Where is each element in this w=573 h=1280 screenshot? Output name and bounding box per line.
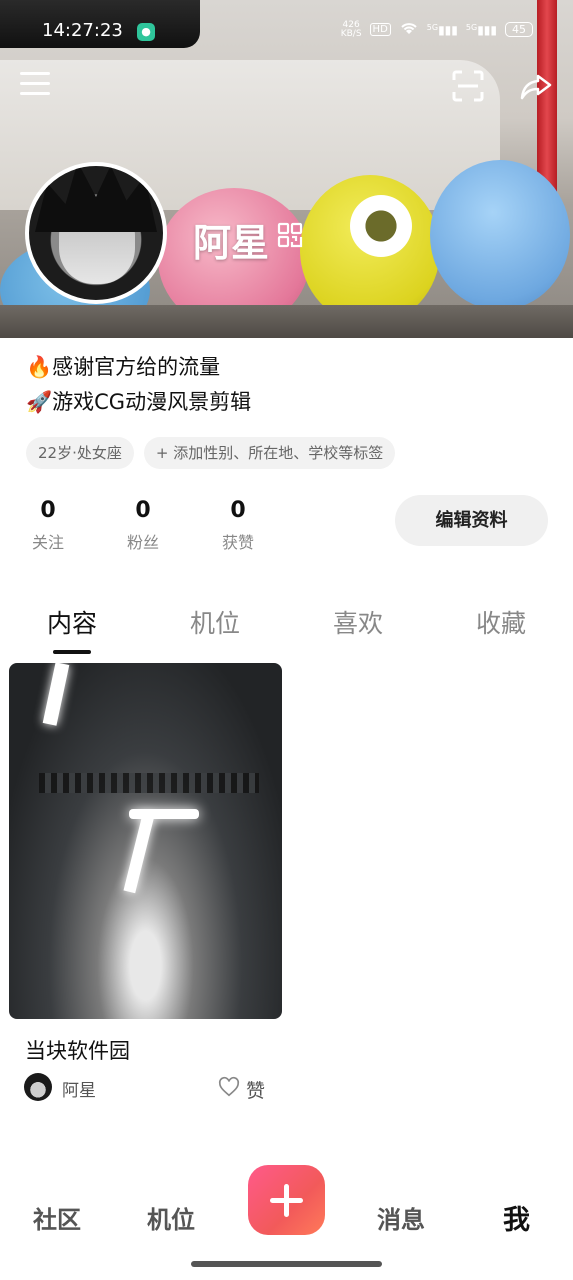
stat-following[interactable]: 0 关注 <box>18 498 78 553</box>
scan-icon[interactable] <box>450 68 486 104</box>
signal-1-label: 5G <box>426 22 439 32</box>
plus-icon-vertical <box>284 1184 289 1217</box>
bio-line-1: 🔥感谢官方给的流量 <box>26 355 221 379</box>
edit-profile-button[interactable]: 编辑资料 <box>395 495 548 546</box>
tab-likes[interactable]: 喜欢 <box>333 604 383 640</box>
wifi-icon <box>399 20 419 39</box>
nav-camera-spot[interactable]: 机位 <box>147 1200 195 1235</box>
stat-likes-label: 获赞 <box>221 533 254 552</box>
avatar[interactable] <box>25 162 167 304</box>
nav-me[interactable]: 我 <box>503 1198 530 1237</box>
signal-icon-1: 5G▮▮▮ <box>426 22 458 37</box>
cover-plush-eye <box>350 195 412 257</box>
post-title[interactable]: 当块软件园 <box>25 1035 130 1065</box>
net-speed-unit: KB/S <box>340 28 362 39</box>
tag-age-zodiac[interactable]: 22岁·处女座 <box>26 437 134 469</box>
stat-followers-label: 粉丝 <box>126 533 159 552</box>
post-image-vent <box>39 773 259 793</box>
cover-seat-ledge <box>0 305 573 338</box>
share-icon[interactable] <box>518 68 554 104</box>
stat-followers[interactable]: 0 粉丝 <box>113 498 173 553</box>
post-like-label[interactable]: 赞 <box>246 1076 265 1103</box>
qr-code-icon[interactable] <box>277 222 303 248</box>
post-card-image[interactable] <box>9 663 282 1019</box>
top-bar <box>0 62 573 114</box>
battery-icon: 45 <box>505 22 533 37</box>
menu-icon[interactable] <box>20 72 50 98</box>
profile-bio: 🔥感谢官方给的流量 🚀游戏CG动漫风景剪辑 <box>26 350 251 420</box>
post-author-avatar[interactable] <box>24 1073 52 1101</box>
tag-add-info[interactable]: + 添加性别、所在地、学校等标签 <box>143 437 396 469</box>
signal-icon-2: 5G▮▮▮ <box>465 22 497 37</box>
tab-content[interactable]: 内容 <box>47 604 97 640</box>
stat-following-value: 0 <box>40 498 56 523</box>
create-post-button[interactable] <box>248 1165 325 1235</box>
stat-likes-value: 0 <box>230 498 246 523</box>
hd-icon: HD <box>369 23 391 36</box>
net-speed: 426 KB/S <box>340 20 362 39</box>
profile-tags: 22岁·处女座 + 添加性别、所在地、学校等标签 <box>26 437 396 469</box>
signal-2-label: 5G <box>465 22 478 32</box>
post-author-name[interactable]: 阿星 <box>62 1076 96 1101</box>
stat-likes[interactable]: 0 获赞 <box>208 498 268 553</box>
post-image-light-beam <box>42 663 70 726</box>
post-image-light-stem <box>123 812 155 894</box>
stat-following-label: 关注 <box>31 533 64 552</box>
profile-name: 阿星 <box>193 221 270 265</box>
stat-followers-value: 0 <box>135 498 151 523</box>
bio-line-2: 🚀游戏CG动漫风景剪辑 <box>26 390 252 414</box>
status-bar: 14:27:23 ● 426 KB/S HD 5G▮▮▮ 5G▮▮▮ 45 <box>0 0 573 60</box>
cover-plush-blue <box>430 160 570 310</box>
profile-stats: 0 关注 0 粉丝 0 获赞 <box>0 498 400 558</box>
nav-community[interactable]: 社区 <box>33 1200 81 1235</box>
nav-messages[interactable]: 消息 <box>377 1200 425 1235</box>
tab-camera-spot[interactable]: 机位 <box>190 604 240 640</box>
status-icons: 426 KB/S HD 5G▮▮▮ 5G▮▮▮ 45 <box>341 20 533 39</box>
chat-notification-icon: ● <box>137 23 155 41</box>
tab-favorites[interactable]: 收藏 <box>476 604 526 640</box>
heart-icon[interactable] <box>218 1076 240 1098</box>
active-tab-indicator <box>53 650 91 654</box>
post-image-light-bar <box>129 809 199 819</box>
home-indicator[interactable] <box>191 1261 382 1267</box>
status-time: 14:27:23 <box>42 20 123 41</box>
